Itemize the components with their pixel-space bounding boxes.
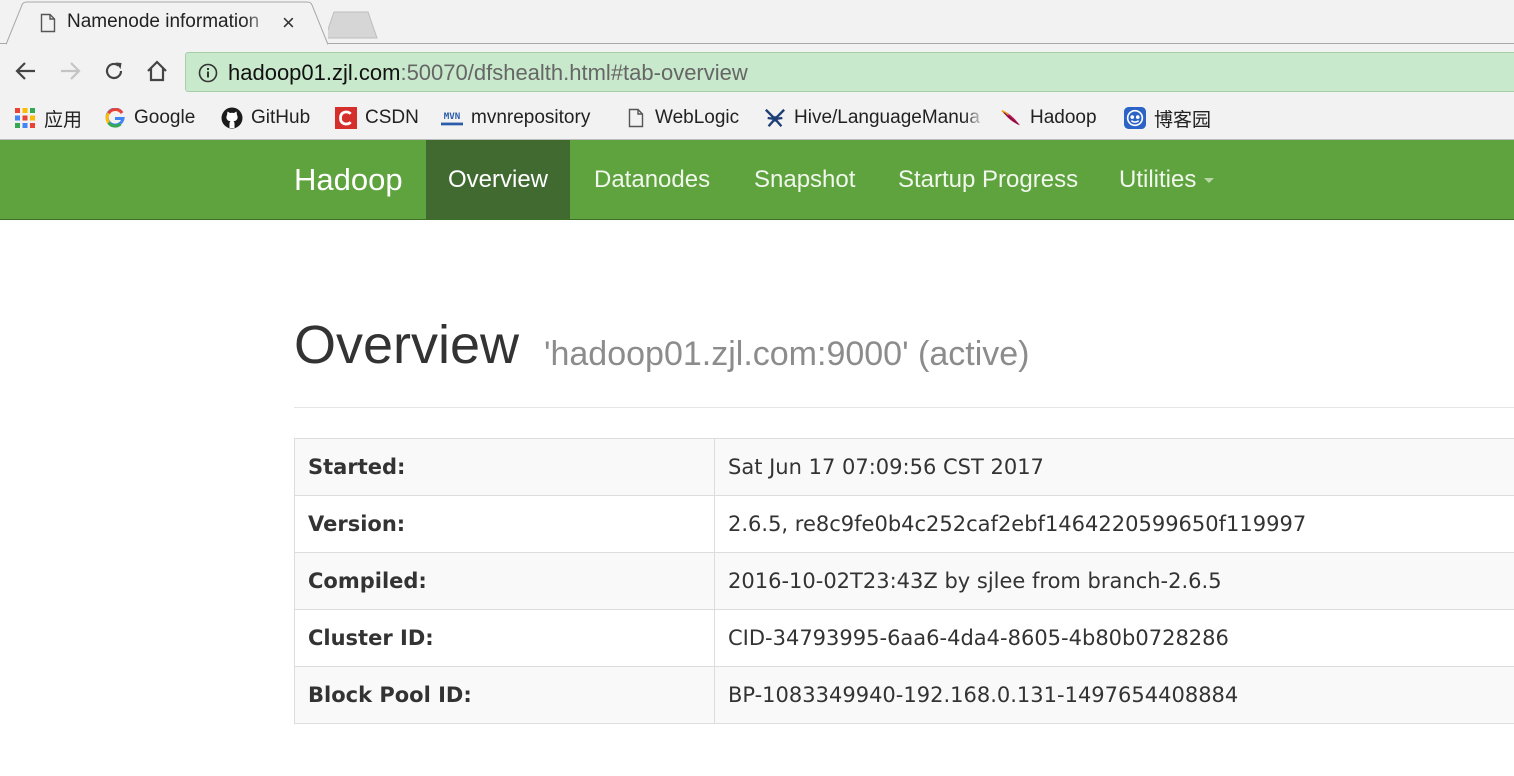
row-value: BP-1083349940-192.168.0.131-149765440888… xyxy=(714,666,1514,724)
nav-tab-label: Overview xyxy=(447,166,549,193)
nav-tab-snapshot[interactable]: Snapshot xyxy=(754,140,855,219)
github-icon xyxy=(221,107,243,129)
table-row: Compiled: 2016-10-02T23:43Z by sjlee fro… xyxy=(294,552,1514,610)
table-row: Block Pool ID: BP-1083349940-192.168.0.1… xyxy=(294,666,1514,724)
apps-grid-icon xyxy=(14,107,36,129)
mvn-icon: MVN xyxy=(441,107,463,129)
nav-tab-overview[interactable]: Overview xyxy=(426,140,570,219)
row-label: Cluster ID: xyxy=(294,609,715,667)
back-arrow-icon xyxy=(15,62,35,80)
nav-tab-startup-progress[interactable]: Startup Progress xyxy=(898,140,1078,219)
bookmark-label: GitHub xyxy=(251,107,311,128)
table-row: Started: Sat Jun 17 07:09:56 CST 2017 xyxy=(294,438,1514,496)
row-label: Block Pool ID: xyxy=(294,666,715,724)
row-label: Started: xyxy=(294,438,715,496)
bookmark-label: 博客园 xyxy=(1154,109,1212,131)
navbar-brand[interactable]: Hadoop xyxy=(294,140,403,220)
nav-tab-label: Utilities xyxy=(1119,166,1197,193)
hive-icon xyxy=(764,107,786,129)
nav-tab-label: Startup Progress xyxy=(898,166,1079,193)
nav-tab-datanodes[interactable]: Datanodes xyxy=(594,140,710,219)
overview-header: Overview 'hadoop01.zjl.com:9000' (active… xyxy=(294,312,1514,408)
url-path: :50070/dfshealth.html#tab-overview xyxy=(400,60,748,85)
row-value: Sat Jun 17 07:09:56 CST 2017 xyxy=(714,438,1514,496)
bookmark-weblogic[interactable]: WebLogic xyxy=(625,106,739,130)
bookmark-label: Hive/LanguageManual xyxy=(794,107,980,128)
bookmark-label: 应用 xyxy=(44,109,83,131)
row-value: 2.6.5, re8c9fe0b4c252caf2ebf146422059965… xyxy=(714,495,1514,553)
tab-title: Namenode information xyxy=(67,11,260,32)
bookmark-label: Hadoop xyxy=(1030,107,1097,128)
hadoop-feather-icon xyxy=(1000,107,1022,129)
google-icon xyxy=(104,107,126,129)
bookmark-csdn[interactable]: CSDN xyxy=(335,106,419,130)
close-tab-icon[interactable]: × xyxy=(282,9,295,37)
page-subtitle: 'hadoop01.zjl.com:9000' (active) xyxy=(544,335,1030,373)
url-text[interactable]: hadoop01.zjl.com:50070/dfshealth.html#ta… xyxy=(228,60,748,86)
bookmark-mvnrepository[interactable]: MVN mvnrepository xyxy=(441,106,590,130)
browser-toolbar: hadoop01.zjl.com:50070/dfshealth.html#ta… xyxy=(0,44,1514,97)
reload-button[interactable] xyxy=(101,58,127,84)
bookmarks-bar: 应用 Google GitHub CSDN MVN mvnrepository xyxy=(0,97,1514,140)
svg-text:MVN: MVN xyxy=(444,111,461,122)
row-label: Version: xyxy=(294,495,715,553)
bookmark-label: WebLogic xyxy=(655,107,740,128)
page-icon xyxy=(625,107,647,129)
home-button[interactable] xyxy=(144,58,170,84)
cnblogs-icon xyxy=(1124,107,1146,129)
forward-button[interactable] xyxy=(57,58,83,84)
bookmark-github[interactable]: GitHub xyxy=(221,106,310,130)
address-bar[interactable]: hadoop01.zjl.com:50070/dfshealth.html#ta… xyxy=(185,52,1514,92)
nav-tab-utilities[interactable]: Utilities xyxy=(1119,140,1215,219)
bookmark-google[interactable]: Google xyxy=(104,106,195,130)
table-row: Cluster ID: CID-34793995-6aa6-4da4-8605-… xyxy=(294,609,1514,667)
bookmark-label: mvnrepository xyxy=(471,107,591,128)
new-tab-button[interactable] xyxy=(322,10,380,40)
url-host: hadoop01.zjl.com xyxy=(228,60,401,85)
chevron-down-icon xyxy=(1204,178,1215,184)
page-title: Overview xyxy=(294,315,520,375)
browser-tab-strip: Namenode information × xyxy=(0,0,1514,45)
overview-info-table: Started: Sat Jun 17 07:09:56 CST 2017 Ve… xyxy=(294,438,1514,724)
forward-arrow-icon xyxy=(61,62,81,80)
bookmark-label: CSDN xyxy=(365,107,419,128)
browser-tab-active[interactable]: Namenode information × xyxy=(6,1,328,45)
bookmark-hadoop[interactable]: Hadoop xyxy=(1000,106,1097,130)
row-value: CID-34793995-6aa6-4da4-8605-4b80b0728286 xyxy=(714,609,1514,667)
nav-tab-label: Datanodes xyxy=(594,166,711,193)
hadoop-navbar: Hadoop Overview Datanodes Snapshot Start… xyxy=(0,140,1514,220)
home-icon xyxy=(147,60,167,82)
bookmark-cnblogs[interactable]: 博客园 xyxy=(1124,106,1212,131)
back-button[interactable] xyxy=(13,58,39,84)
row-label: Compiled: xyxy=(294,552,715,610)
csdn-icon xyxy=(335,107,357,129)
bookmark-apps[interactable]: 应用 xyxy=(14,106,83,131)
row-value: 2016-10-02T23:43Z by sjlee from branch-2… xyxy=(714,552,1514,610)
info-icon[interactable] xyxy=(198,63,218,88)
nav-tab-label: Snapshot xyxy=(754,166,856,193)
bookmark-label: Google xyxy=(134,107,196,128)
table-row: Version: 2.6.5, re8c9fe0b4c252caf2ebf146… xyxy=(294,495,1514,553)
reload-icon xyxy=(105,62,123,80)
bookmark-hive[interactable]: Hive/LanguageManual xyxy=(764,106,980,130)
page-icon xyxy=(40,13,56,38)
